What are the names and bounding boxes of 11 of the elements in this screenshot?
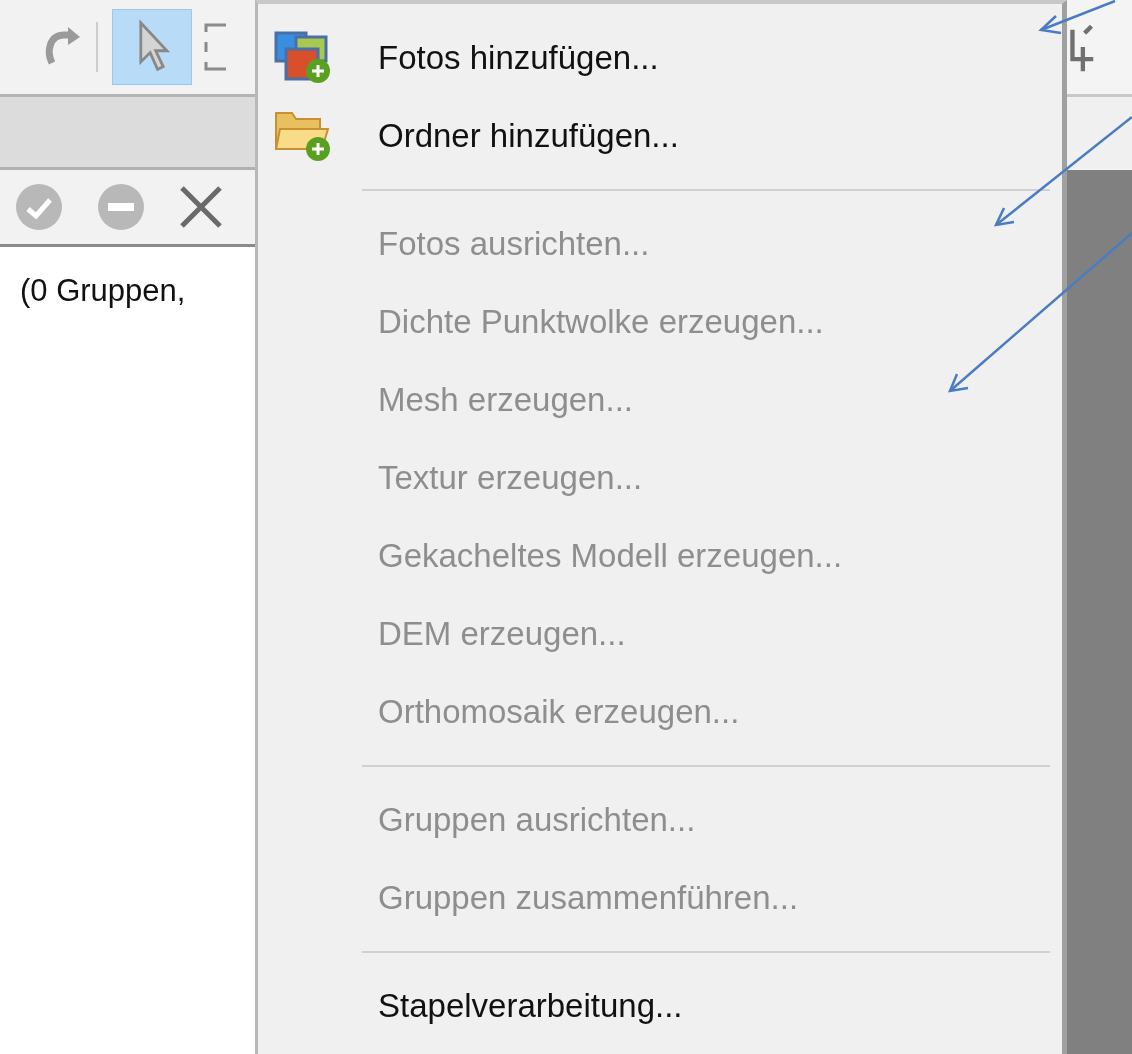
menu-item[interactable]: Ordner hinzufügen... xyxy=(258,97,1062,175)
check-circle-icon[interactable] xyxy=(14,182,64,232)
pointer-tool-button[interactable] xyxy=(112,9,192,85)
rectangle-select-icon[interactable] xyxy=(202,22,226,72)
close-icon[interactable] xyxy=(178,184,224,230)
menu-item[interactable]: Stapelverarbeitung... xyxy=(258,967,1062,1045)
group-count-text: (0 Gruppen, xyxy=(20,273,186,308)
folder-add-icon xyxy=(274,109,332,163)
minus-circle-icon[interactable] xyxy=(96,182,146,232)
photos-add-icon xyxy=(274,31,332,85)
menu-item[interactable]: Fotos hinzufügen... xyxy=(258,19,1062,97)
